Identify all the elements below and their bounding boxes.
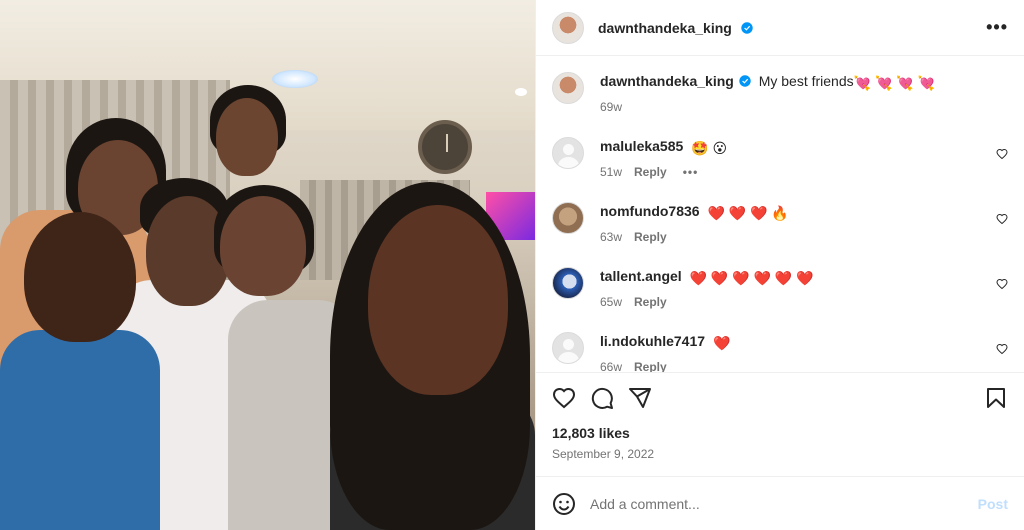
caption-row: dawnthandeka_king My best friends💘 💘 💘 💘… (552, 72, 1008, 137)
comment-age: 66w (600, 360, 623, 372)
comment-row: li.ndokuhle7417 ❤️ 66w Reply (552, 332, 1008, 372)
reply-button[interactable]: Reply (634, 163, 667, 181)
photo-face (216, 98, 278, 176)
post-date: September 9, 2022 (552, 447, 655, 461)
comment-text: ❤️ ❤️ ❤️ ❤️ ❤️ ❤️ (689, 270, 814, 286)
comment-like-heart-icon[interactable] (996, 343, 1008, 355)
comment-row: maluleka585 🤩 😮 51w Reply ••• (552, 137, 1008, 202)
verified-badge-icon (739, 75, 751, 87)
caption-username[interactable]: dawnthandeka_king (600, 73, 751, 89)
share-icon[interactable] (628, 386, 652, 410)
commenter-avatar[interactable] (552, 267, 584, 299)
more-options-icon[interactable]: ••• (986, 17, 1008, 38)
comment-text: 🤩 😮 (691, 140, 728, 156)
commenter-avatar[interactable] (552, 137, 584, 169)
author-avatar[interactable] (552, 72, 584, 104)
comment-username[interactable]: tallent.angel (600, 268, 682, 284)
caption-age: 69w (600, 100, 623, 114)
post-comment-button[interactable]: Post (978, 496, 1008, 512)
photo-wall-clock (418, 120, 472, 174)
reply-button[interactable]: Reply (634, 358, 667, 372)
comment-row: tallent.angel ❤️ ❤️ ❤️ ❤️ ❤️ ❤️ 65w Repl… (552, 267, 1008, 332)
comment-like-heart-icon[interactable] (996, 278, 1008, 290)
author-avatar[interactable] (552, 11, 584, 44)
photo-shirt (0, 330, 160, 530)
post-header: dawnthandeka_king ••• (536, 0, 1024, 56)
emoji-icon[interactable] (552, 492, 576, 516)
comment-composer: Add a comment... Post (536, 476, 1024, 530)
photo-face (24, 212, 136, 342)
heart-icon[interactable] (552, 386, 576, 410)
photo-face (220, 196, 306, 296)
photo-ceiling-lamp (272, 70, 318, 88)
verified-badge-icon (741, 21, 753, 34)
likes-count[interactable]: 12,803 likes (552, 425, 1008, 441)
caption-emojis: 💘 💘 💘 💘 (853, 75, 936, 91)
post-photo[interactable] (0, 0, 535, 530)
caption-text: My best friends (758, 73, 854, 89)
comment-age: 51w (600, 165, 623, 179)
reply-button[interactable]: Reply (634, 228, 667, 246)
author-username[interactable]: dawnthandeka_king (598, 20, 753, 36)
comment-more-icon[interactable]: ••• (683, 163, 699, 181)
comment-icon[interactable] (590, 386, 614, 410)
comment-text: ❤️ ❤️ ❤️ 🔥 (707, 205, 789, 221)
comment-row: nomfundo7836 ❤️ ❤️ ❤️ 🔥 63w Reply (552, 202, 1008, 267)
post-actions: 12,803 likes September 9, 2022 (536, 372, 1024, 476)
photo-face (368, 205, 508, 395)
comment-text: ❤️ (712, 335, 731, 351)
photo-downlight (515, 88, 527, 96)
commenter-avatar[interactable] (552, 332, 584, 364)
commenter-avatar[interactable] (552, 202, 584, 234)
comment-username[interactable]: li.ndokuhle7417 (600, 333, 705, 349)
comment-username[interactable]: maluleka585 (600, 138, 683, 154)
comments-list[interactable]: dawnthandeka_king My best friends💘 💘 💘 💘… (536, 56, 1024, 372)
comment-input[interactable]: Add a comment... (590, 496, 978, 512)
comment-like-heart-icon[interactable] (996, 213, 1008, 225)
comment-age: 63w (600, 230, 623, 244)
comment-username[interactable]: nomfundo7836 (600, 203, 700, 219)
comment-age: 65w (600, 295, 623, 309)
reply-button[interactable]: Reply (634, 293, 667, 311)
bookmark-icon[interactable] (984, 386, 1008, 410)
comment-like-heart-icon[interactable] (996, 148, 1008, 160)
post-side-panel: dawnthandeka_king ••• dawnthandeka_king … (535, 0, 1024, 530)
